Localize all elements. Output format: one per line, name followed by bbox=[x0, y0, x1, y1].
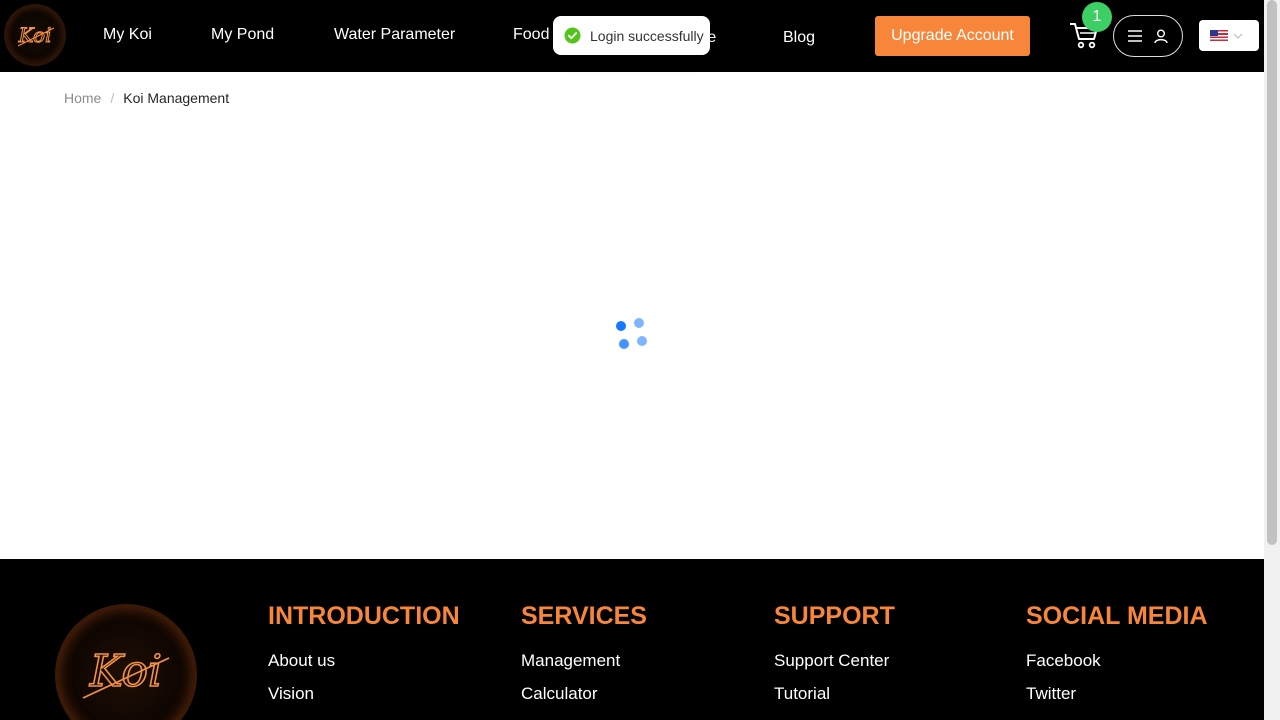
upgrade-account-button[interactable]: Upgrade Account bbox=[875, 16, 1030, 56]
page: Koi My Koi My Pond Water Parameter Food … bbox=[0, 0, 1264, 720]
footer-link-facebook[interactable]: Facebook bbox=[1026, 651, 1208, 671]
footer-heading: INTRODUCTION bbox=[268, 602, 460, 630]
spinner-dot bbox=[616, 321, 626, 331]
footer-link-tutorial[interactable]: Tutorial bbox=[774, 684, 895, 704]
scrollbar-thumb[interactable] bbox=[1267, 0, 1277, 545]
breadcrumb: Home / Koi Management bbox=[64, 90, 229, 106]
login-toast: Login successfully bbox=[553, 16, 710, 55]
check-circle-icon bbox=[564, 27, 581, 44]
us-flag-icon bbox=[1210, 30, 1228, 41]
nav-my-pond[interactable]: My Pond bbox=[211, 26, 274, 44]
footer-koi-logo: Koi bbox=[57, 606, 195, 720]
breadcrumb-separator: / bbox=[110, 90, 115, 106]
nav-blog[interactable]: Blog bbox=[783, 29, 815, 47]
toast-message: Login successfully bbox=[590, 27, 704, 44]
footer-heading: SOCIAL MEDIA bbox=[1026, 602, 1208, 630]
footer-link-calculator[interactable]: Calculator bbox=[521, 684, 647, 704]
nav-food[interactable]: Food bbox=[513, 26, 549, 44]
breadcrumb-current: Koi Management bbox=[123, 90, 230, 106]
footer-link-management[interactable]: Management bbox=[521, 651, 647, 671]
loading-spinner-icon bbox=[614, 316, 650, 352]
footer-link-about-us[interactable]: About us bbox=[268, 651, 460, 671]
spinner-dot bbox=[619, 339, 629, 349]
user-icon bbox=[1154, 29, 1168, 43]
koi-logo[interactable]: Koi bbox=[6, 6, 64, 64]
nav-water-parameter[interactable]: Water Parameter bbox=[334, 26, 455, 44]
user-menu-button[interactable] bbox=[1113, 15, 1183, 57]
footer-column-services: SERVICES Management Calculator bbox=[521, 602, 647, 717]
footer-column-introduction: INTRODUCTION About us Vision bbox=[268, 602, 460, 717]
footer-link-twitter[interactable]: Twitter bbox=[1026, 684, 1208, 704]
footer-heading: SERVICES bbox=[521, 602, 647, 630]
footer: Koi INTRODUCTION About us Vision SERVICE… bbox=[0, 559, 1264, 720]
chevron-down-icon bbox=[1233, 33, 1243, 39]
footer-link-vision[interactable]: Vision bbox=[268, 684, 460, 704]
cart-count-badge: 1 bbox=[1082, 2, 1112, 32]
nav-my-koi[interactable]: My Koi bbox=[103, 26, 152, 44]
koi-logo-mark: Koi bbox=[17, 23, 55, 48]
language-select[interactable] bbox=[1199, 20, 1259, 51]
menu-icon bbox=[1128, 30, 1142, 42]
footer-column-support: SUPPORT Support Center Tutorial bbox=[774, 602, 895, 717]
breadcrumb-home[interactable]: Home bbox=[64, 90, 101, 106]
spinner-dot bbox=[637, 336, 647, 346]
footer-heading: SUPPORT bbox=[774, 602, 895, 630]
spinner-dot bbox=[634, 318, 644, 328]
footer-link-support-center[interactable]: Support Center bbox=[774, 651, 895, 671]
page-scrollbar[interactable] bbox=[1264, 0, 1280, 720]
koi-logo-mark: Koi bbox=[82, 645, 170, 699]
footer-column-social-media: SOCIAL MEDIA Facebook Twitter bbox=[1026, 602, 1208, 717]
